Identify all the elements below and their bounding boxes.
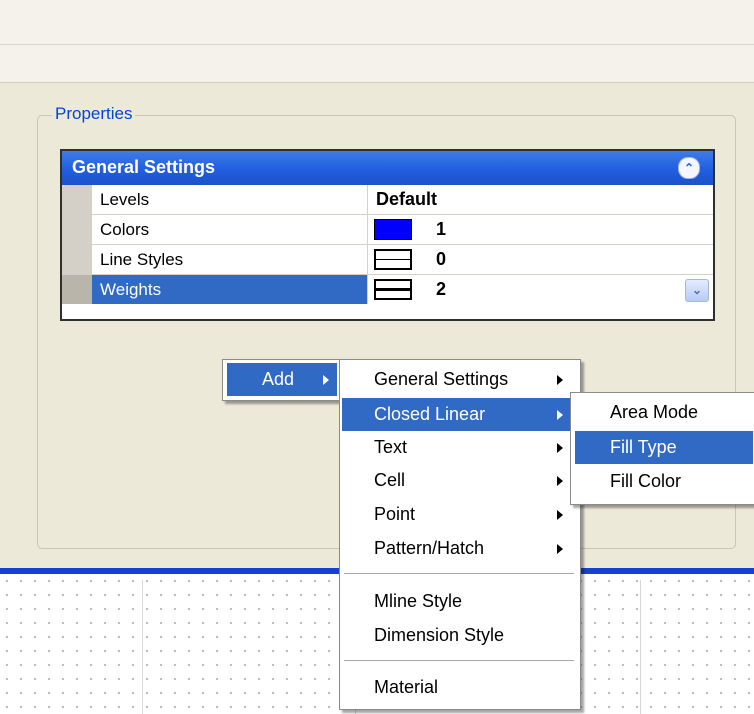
menu-item-text[interactable]: Text	[342, 431, 578, 464]
menu-item-label: Point	[374, 504, 416, 524]
levels-value: Default	[376, 189, 438, 209]
row-gutter	[62, 215, 92, 244]
menu-item-material[interactable]: Material	[342, 671, 578, 704]
toolbar-divider	[0, 44, 754, 45]
canvas-divider	[142, 580, 143, 714]
menu-separator	[344, 660, 574, 661]
menu-item-label: Fill Color	[610, 471, 682, 491]
line-weight-swatch-icon	[374, 279, 412, 300]
menu-separator	[344, 573, 574, 574]
property-value[interactable]: 0	[368, 245, 713, 274]
submenu-arrow-icon	[557, 375, 563, 385]
menu-item-fill-type[interactable]: Fill Type	[575, 431, 753, 464]
menu-item-label: General Settings	[374, 369, 509, 389]
color-swatch-icon	[374, 219, 412, 240]
row-gutter	[62, 275, 92, 304]
colors-value: 1	[436, 219, 447, 239]
menu-item-label: Text	[374, 437, 408, 457]
property-row-levels[interactable]: Levels Default	[62, 185, 713, 215]
menu-item-fill-color[interactable]: Fill Color	[575, 465, 753, 498]
submenu-arrow-icon	[557, 510, 563, 520]
property-value[interactable]: Default	[368, 185, 713, 214]
submenu-arrow-icon	[557, 443, 563, 453]
weights-value: 2	[436, 279, 447, 299]
menu-item-pattern-hatch[interactable]: Pattern/Hatch	[342, 532, 578, 565]
menu-item-label: Pattern/Hatch	[374, 538, 485, 558]
collapse-chevron-icon[interactable]: ⌃	[678, 157, 700, 179]
menu-item-label: Cell	[374, 470, 406, 490]
general-settings-title: General Settings	[72, 157, 216, 177]
menu-item-area-mode[interactable]: Area Mode	[575, 396, 753, 429]
property-value[interactable]: 1	[368, 215, 713, 244]
row-gutter	[62, 245, 92, 274]
menu-item-closed-linear[interactable]: Closed Linear	[342, 398, 578, 431]
menu-item-add[interactable]: Add	[227, 363, 337, 396]
menu-item-label: Mline Style	[374, 591, 463, 611]
add-menu-label: Add	[262, 369, 295, 389]
row-gutter	[62, 185, 92, 214]
line-style-swatch-icon	[374, 249, 412, 270]
menu-item-mline-style[interactable]: Mline Style	[342, 585, 578, 618]
menu-item-point[interactable]: Point	[342, 498, 578, 531]
property-row-line-styles[interactable]: Line Styles 0	[62, 245, 713, 275]
add-submenu: General Settings Closed Linear Text Cell…	[339, 359, 581, 710]
closed-linear-submenu: Area Mode Fill Type Fill Color	[570, 392, 754, 505]
add-menu: Add	[222, 359, 342, 401]
general-settings-header[interactable]: General Settings ⌃	[62, 151, 713, 185]
property-row-colors[interactable]: Colors 1	[62, 215, 713, 245]
canvas-divider	[640, 580, 641, 714]
property-label: Line Styles	[92, 245, 368, 274]
property-label: Levels	[92, 185, 368, 214]
property-label: Weights	[92, 275, 368, 304]
menu-item-label: Closed Linear	[374, 404, 486, 424]
properties-group-title: Properties	[52, 104, 136, 124]
menu-item-cell[interactable]: Cell	[342, 464, 578, 497]
menu-item-label: Dimension Style	[374, 625, 505, 645]
submenu-arrow-icon	[557, 410, 563, 420]
top-toolbar-area	[0, 0, 754, 83]
dropdown-chevron-icon[interactable]: ⌄	[685, 279, 709, 302]
property-label: Colors	[92, 215, 368, 244]
submenu-arrow-icon	[557, 476, 563, 486]
settings-property-grid: General Settings ⌃ Levels Default Colors…	[60, 149, 715, 321]
property-row-weights[interactable]: Weights 2 ⌄	[62, 275, 713, 304]
menu-item-label: Fill Type	[610, 437, 677, 457]
menu-item-general-settings[interactable]: General Settings	[342, 363, 578, 396]
menu-item-dimension-style[interactable]: Dimension Style	[342, 619, 578, 652]
menu-item-label: Area Mode	[610, 402, 699, 422]
property-value[interactable]: 2 ⌄	[368, 275, 713, 304]
submenu-arrow-icon	[557, 544, 563, 554]
line-styles-value: 0	[436, 249, 447, 269]
submenu-arrow-icon	[323, 375, 329, 385]
menu-item-label: Material	[374, 677, 439, 697]
